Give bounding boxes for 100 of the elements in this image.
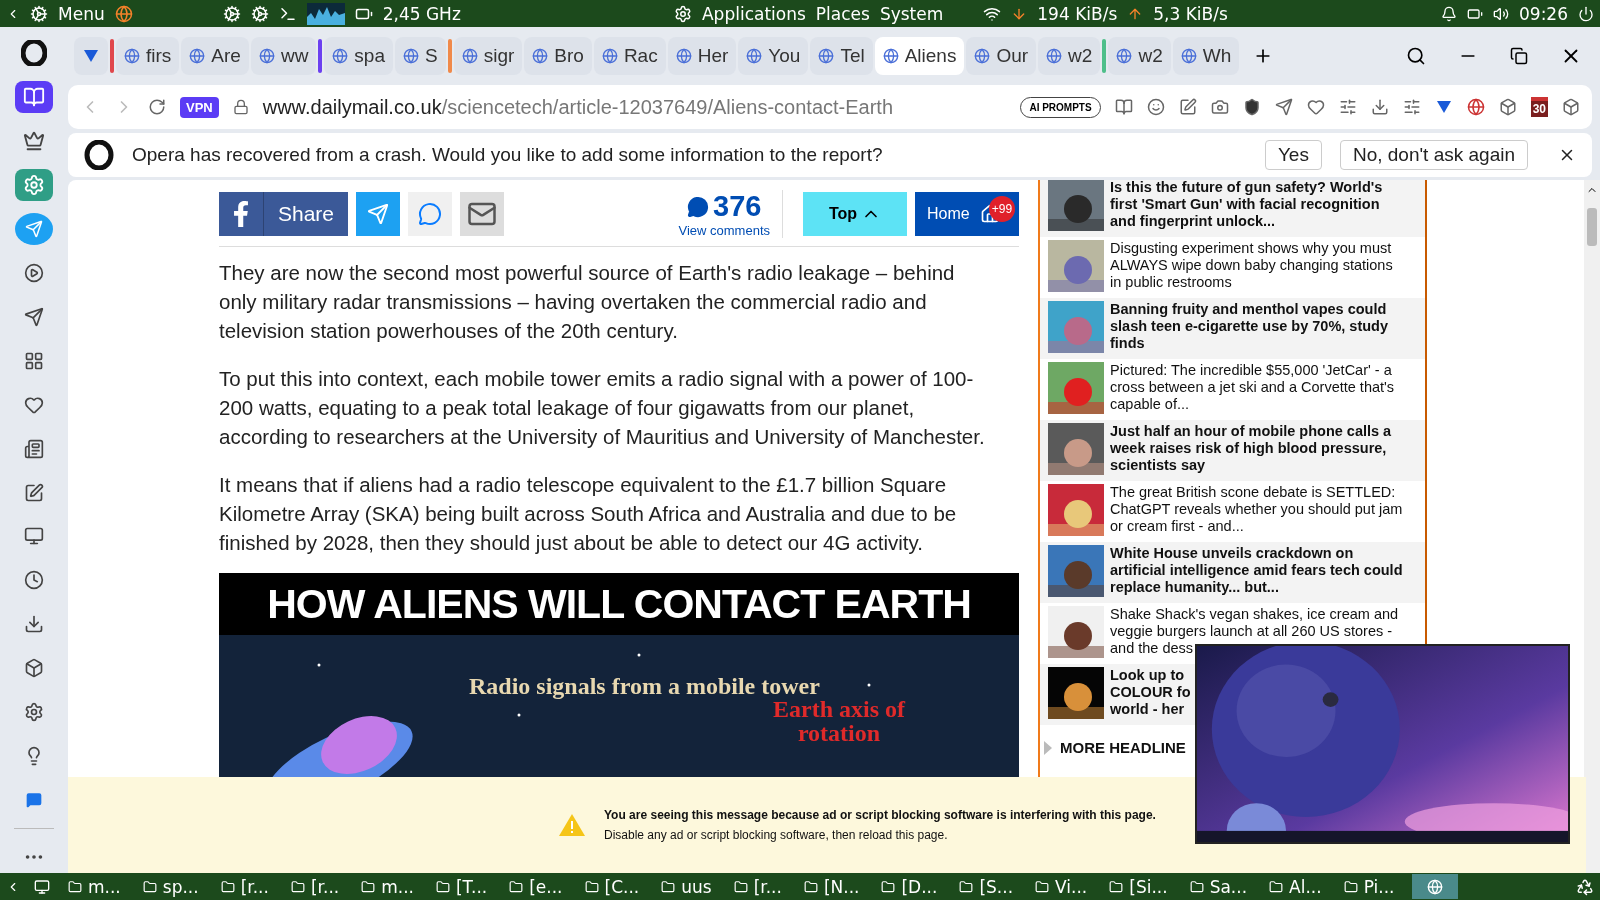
- headline-text[interactable]: Disgusting experiment shows why you must ALWAYS wipe down baby changing stations in public restrooms: [1110, 240, 1393, 295]
- panel-menu[interactable]: System: [879, 3, 944, 24]
- taskbar-item[interactable]: uus: [657, 874, 716, 899]
- more-headlines-link[interactable]: MORE HEADLINE: [1060, 739, 1186, 756]
- send-icon[interactable]: [1274, 98, 1293, 116]
- taskbar-item[interactable]: [e...: [505, 874, 567, 899]
- tab[interactable]: Her: [667, 37, 737, 75]
- download-icon[interactable]: [1370, 98, 1389, 116]
- globe-icon: [461, 48, 478, 64]
- power-icon[interactable]: [1578, 5, 1594, 22]
- tab[interactable]: spa: [324, 37, 393, 75]
- url-field[interactable]: www.dailymail.co.uk/sciencetech/article-12037649/Aliens-contact-Earth: [262, 95, 894, 119]
- panel-menu[interactable]: Applications: [702, 3, 806, 24]
- taskbar-item[interactable]: [Si...: [1105, 874, 1172, 899]
- headline-item[interactable]: Banning fruity and menthol vapes could slash teen e-cigarette use by 70%, study finds: [1040, 298, 1425, 359]
- gear-icon[interactable]: [250, 4, 269, 23]
- tab[interactable]: w2: [1108, 37, 1171, 75]
- taskbar-item[interactable]: [N...: [799, 874, 864, 899]
- messenger-button[interactable]: [408, 192, 453, 236]
- bell-icon[interactable]: [1441, 5, 1457, 22]
- clock[interactable]: 09:26: [1519, 3, 1568, 24]
- cpu-frequency: 2,45 GHz: [382, 3, 461, 24]
- taskbar-item[interactable]: m...: [357, 874, 418, 899]
- gear-icon[interactable]: [222, 4, 241, 23]
- trash-icon[interactable]: [1576, 877, 1594, 896]
- taskbar-item[interactable]: Sa...: [1185, 874, 1252, 899]
- tab[interactable]: firs: [116, 37, 180, 75]
- extension-icon[interactable]: [1466, 98, 1485, 116]
- view-comments-link[interactable]: View comments: [678, 223, 770, 238]
- restore-icon[interactable]: [1510, 47, 1528, 65]
- tab[interactable]: Our: [966, 37, 1037, 75]
- globe-icon: [189, 48, 206, 64]
- sliders-icon[interactable]: [1338, 98, 1357, 116]
- book-icon[interactable]: [15, 80, 53, 113]
- top-button[interactable]: Top: [803, 192, 907, 236]
- calendar-icon[interactable]: 30: [1530, 97, 1548, 117]
- cube-icon[interactable]: [1562, 98, 1580, 116]
- taskbar-item[interactable]: [T...: [432, 874, 492, 899]
- tab[interactable]: w2: [1038, 37, 1101, 75]
- search-icon[interactable]: [1406, 46, 1426, 66]
- tab[interactable]: You: [738, 37, 809, 75]
- tab[interactable]: Bro: [524, 37, 592, 75]
- taskbar-item[interactable]: Pi...: [1339, 874, 1399, 899]
- smiley-icon[interactable]: [1146, 98, 1165, 116]
- crash-report-button[interactable]: No, don't ask again: [1339, 140, 1528, 170]
- headline-item[interactable]: White House unveils crackdown on artificial intelligence amid fears tech could replace humanity... but...: [1040, 542, 1425, 603]
- taskbar-item[interactable]: m...: [64, 874, 125, 899]
- desktop-icon[interactable]: [34, 878, 50, 895]
- download-speed: 194 KiB/s: [1037, 3, 1118, 24]
- vpn-badge[interactable]: VPN: [180, 96, 219, 118]
- heart-icon[interactable]: [1306, 98, 1325, 116]
- headline-text[interactable]: Banning fruity and menthol vapes could slash teen e-cigarette use by 70%, study finds: [1110, 301, 1389, 356]
- home-button[interactable]: Home +99: [915, 192, 1019, 236]
- shield-icon[interactable]: [1242, 98, 1261, 116]
- tab[interactable]: Wh: [1172, 37, 1240, 75]
- reload-icon[interactable]: [148, 98, 166, 116]
- taskbar-item[interactable]: [1412, 874, 1459, 899]
- headline-text[interactable]: White House unveils crackdown on artificial intelligence amid fears tech could replace humanity... but...: [1110, 545, 1403, 600]
- tab[interactable]: Aliens: [874, 37, 965, 75]
- taskbar-item[interactable]: [D...: [877, 874, 942, 899]
- tab[interactable]: S: [395, 37, 446, 75]
- crash-report-button[interactable]: Yes: [1264, 140, 1322, 170]
- taskbar-item[interactable]: Vi...: [1031, 874, 1092, 899]
- pen-icon[interactable]: [1178, 98, 1197, 116]
- taskbar-item[interactable]: Al...: [1265, 874, 1326, 899]
- adblock-warning-title: You are seeing this message because ad or script blocking software is interfering with this page.: [604, 808, 1156, 822]
- article-paragraph: They are now the second most powerful source of Earth's radio leakage – behind only military radar transmissions – having overtaken the commercial radio and television station powerhouses of the 20th century.: [219, 260, 956, 344]
- tab-menu-icon[interactable]: [74, 37, 108, 75]
- menu-button[interactable]: Menu: [58, 3, 105, 24]
- taskbar-item[interactable]: [r...: [216, 874, 273, 899]
- globe-icon: [332, 48, 349, 64]
- tab[interactable]: Rac: [593, 37, 666, 75]
- taskbar-item[interactable]: [C...: [580, 874, 644, 899]
- headline-text[interactable]: Is this the future of gun safety? World's first 'Smart Gun' with facial recognition and fingerprint unlock...: [1110, 180, 1383, 234]
- email-button[interactable]: [460, 192, 505, 236]
- cpu-graph: [306, 2, 345, 25]
- settings-icon[interactable]: [1402, 98, 1421, 116]
- headline-item[interactable]: Just half an hour of mobile phone calls a week raises risk of high blood pressure, scientists say: [1040, 420, 1425, 481]
- tab[interactable]: Are: [181, 37, 249, 75]
- twitter-button[interactable]: [356, 192, 401, 236]
- tab[interactable]: ww: [250, 37, 317, 75]
- volume-icon[interactable]: [1493, 5, 1509, 22]
- headline-text[interactable]: Pictured: The incredible $55,000 'JetCar' - a cross between a jet ski and a Corvette that's capable of...: [1110, 362, 1395, 417]
- facebook-share-button[interactable]: Share: [219, 192, 349, 236]
- book-icon[interactable]: [1114, 98, 1133, 116]
- warning-icon: [558, 813, 586, 837]
- headline-item[interactable]: Is this the future of gun safety? World's first 'Smart Gun' with facial recognition and fingerprint unlock...: [1040, 180, 1425, 237]
- taskbar-item[interactable]: [r...: [286, 874, 344, 899]
- headline-text[interactable]: Just half an hour of mobile phone calls a week raises risk of high blood pressure, scientists say: [1110, 423, 1392, 478]
- taskbar-item[interactable]: [S...: [955, 874, 1018, 899]
- headline-text[interactable]: Look up to COLOUR fo world - her: [1110, 667, 1191, 722]
- tab[interactable]: sigr: [453, 37, 523, 75]
- camera-icon[interactable]: [1210, 98, 1229, 116]
- taskbar-item[interactable]: sp...: [138, 874, 203, 899]
- scrollbar-thumb[interactable]: [1587, 208, 1597, 246]
- taskbar-item[interactable]: [r...: [729, 874, 786, 899]
- ai-prompts-button[interactable]: AI PROMPTS: [1020, 96, 1101, 118]
- tab[interactable]: Tel: [810, 37, 873, 75]
- headline-text[interactable]: The great British scone debate is SETTLED: ChatGPT reveals whether you should put jam or cream first - and...: [1110, 484, 1403, 539]
- panel-menu[interactable]: Places: [815, 3, 870, 24]
